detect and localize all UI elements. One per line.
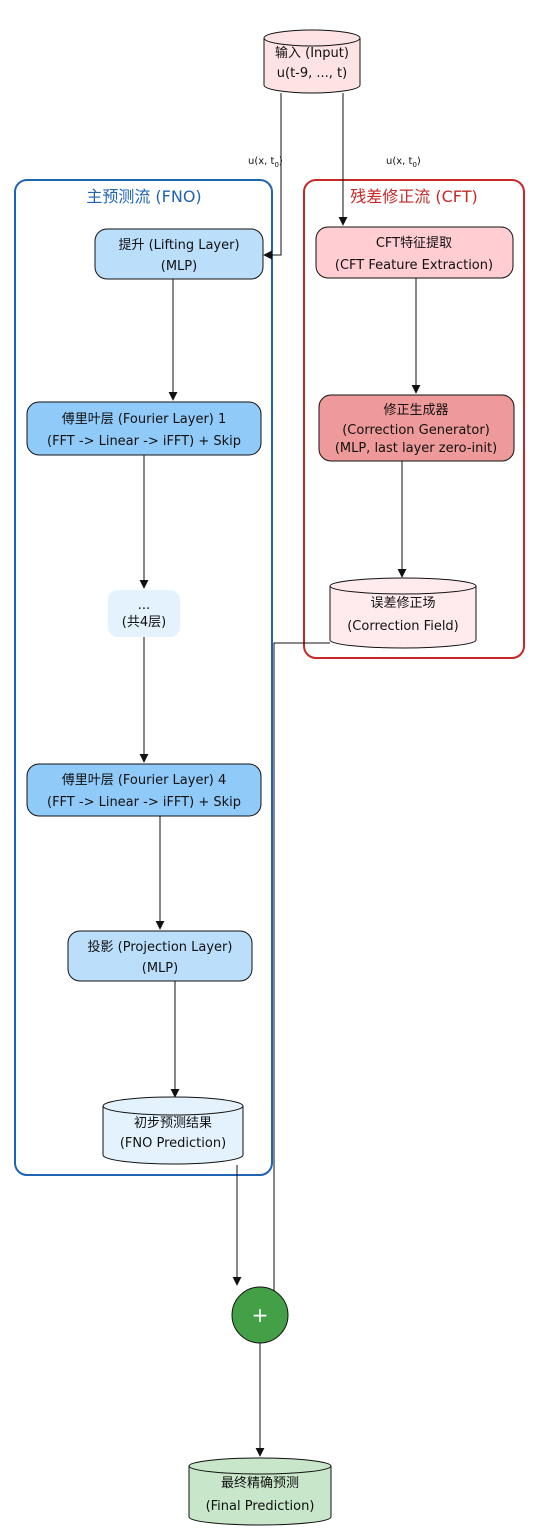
- svg-text:CFT特征提取: CFT特征提取: [376, 235, 452, 251]
- svg-text:u(t-9, ..., t): u(t-9, ..., t): [277, 66, 347, 81]
- edge-corrfield-to-plus: [269, 642, 330, 1328]
- svg-text:误差修正场: 误差修正场: [370, 596, 435, 611]
- svg-text:傅里叶层 (Fourier Layer) 4: 傅里叶层 (Fourier Layer) 4: [62, 773, 227, 788]
- input-node: 输入 (Input) u(t-9, ..., t): [263, 29, 361, 94]
- svg-text:修正生成器: 修正生成器: [383, 403, 448, 418]
- svg-text:输入 (Input): 输入 (Input): [275, 45, 349, 61]
- svg-text:提升 (Lifting Layer): 提升 (Lifting Layer): [118, 237, 239, 253]
- svg-text:最终精确预测: 最终精确预测: [221, 1475, 299, 1491]
- lifting-layer-node: 提升 (Lifting Layer) (MLP): [94, 228, 264, 280]
- svg-text:(Final Prediction): (Final Prediction): [206, 1499, 315, 1514]
- correction-generator-node: 修正生成器 (Correction Generator) (MLP, last …: [318, 394, 515, 462]
- edge-label-input-to-cft: u(x, t0): [386, 156, 421, 169]
- svg-text:...: ...: [138, 598, 150, 613]
- architecture-diagram: 主预测流 (FNO) 残差修正流 (CFT) u(x, t0) u(x, t0)…: [14, 29, 525, 1526]
- projection-layer-node: 投影 (Projection Layer) (MLP): [67, 930, 253, 982]
- svg-text:(Correction Generator): (Correction Generator): [342, 423, 490, 438]
- svg-text:(FFT -> Linear -> iFFT) + Skip: (FFT -> Linear -> iFFT) + Skip: [47, 434, 241, 449]
- svg-text:(MLP): (MLP): [161, 259, 197, 274]
- svg-text:(FFT -> Linear -> iFFT) + Skip: (FFT -> Linear -> iFFT) + Skip: [47, 795, 241, 810]
- svg-text:傅里叶层 (Fourier Layer) 1: 傅里叶层 (Fourier Layer) 1: [62, 412, 227, 427]
- svg-text:(CFT Feature Extraction): (CFT Feature Extraction): [335, 258, 493, 273]
- svg-text:初步预测结果: 初步预测结果: [134, 1116, 212, 1131]
- fourier-layer-1-node: 傅里叶层 (Fourier Layer) 1 (FFT -> Linear ->…: [26, 401, 262, 456]
- cft-cluster-title: 残差修正流 (CFT): [350, 187, 477, 206]
- cft-feature-extraction-node: CFT特征提取 (CFT Feature Extraction): [315, 226, 514, 279]
- correction-field-node: 误差修正场 (Correction Field): [329, 577, 477, 649]
- svg-text:(共4层): (共4层): [122, 615, 166, 630]
- svg-text:(MLP, last layer zero-init): (MLP, last layer zero-init): [335, 441, 497, 456]
- svg-text:(MLP): (MLP): [142, 961, 178, 976]
- edge-label-input-to-lifting: u(x, t0): [248, 156, 283, 169]
- fourier-layer-4-node: 傅里叶层 (Fourier Layer) 4 (FFT -> Linear ->…: [26, 763, 262, 817]
- svg-text:(Correction Field): (Correction Field): [347, 619, 459, 634]
- final-prediction-node: 最终精确预测 (Final Prediction): [188, 1457, 332, 1526]
- fno-prediction-node: 初步预测结果 (FNO Prediction): [102, 1096, 244, 1165]
- svg-text:投影 (Projection Layer): 投影 (Projection Layer): [88, 939, 233, 955]
- plus-icon: +: [252, 1303, 269, 1327]
- sum-node: +: [231, 1286, 289, 1344]
- ellipsis-node: ... (共4层): [108, 590, 180, 637]
- svg-text:(FNO Prediction): (FNO Prediction): [120, 1136, 226, 1151]
- fno-cluster-title: 主预测流 (FNO): [86, 187, 201, 206]
